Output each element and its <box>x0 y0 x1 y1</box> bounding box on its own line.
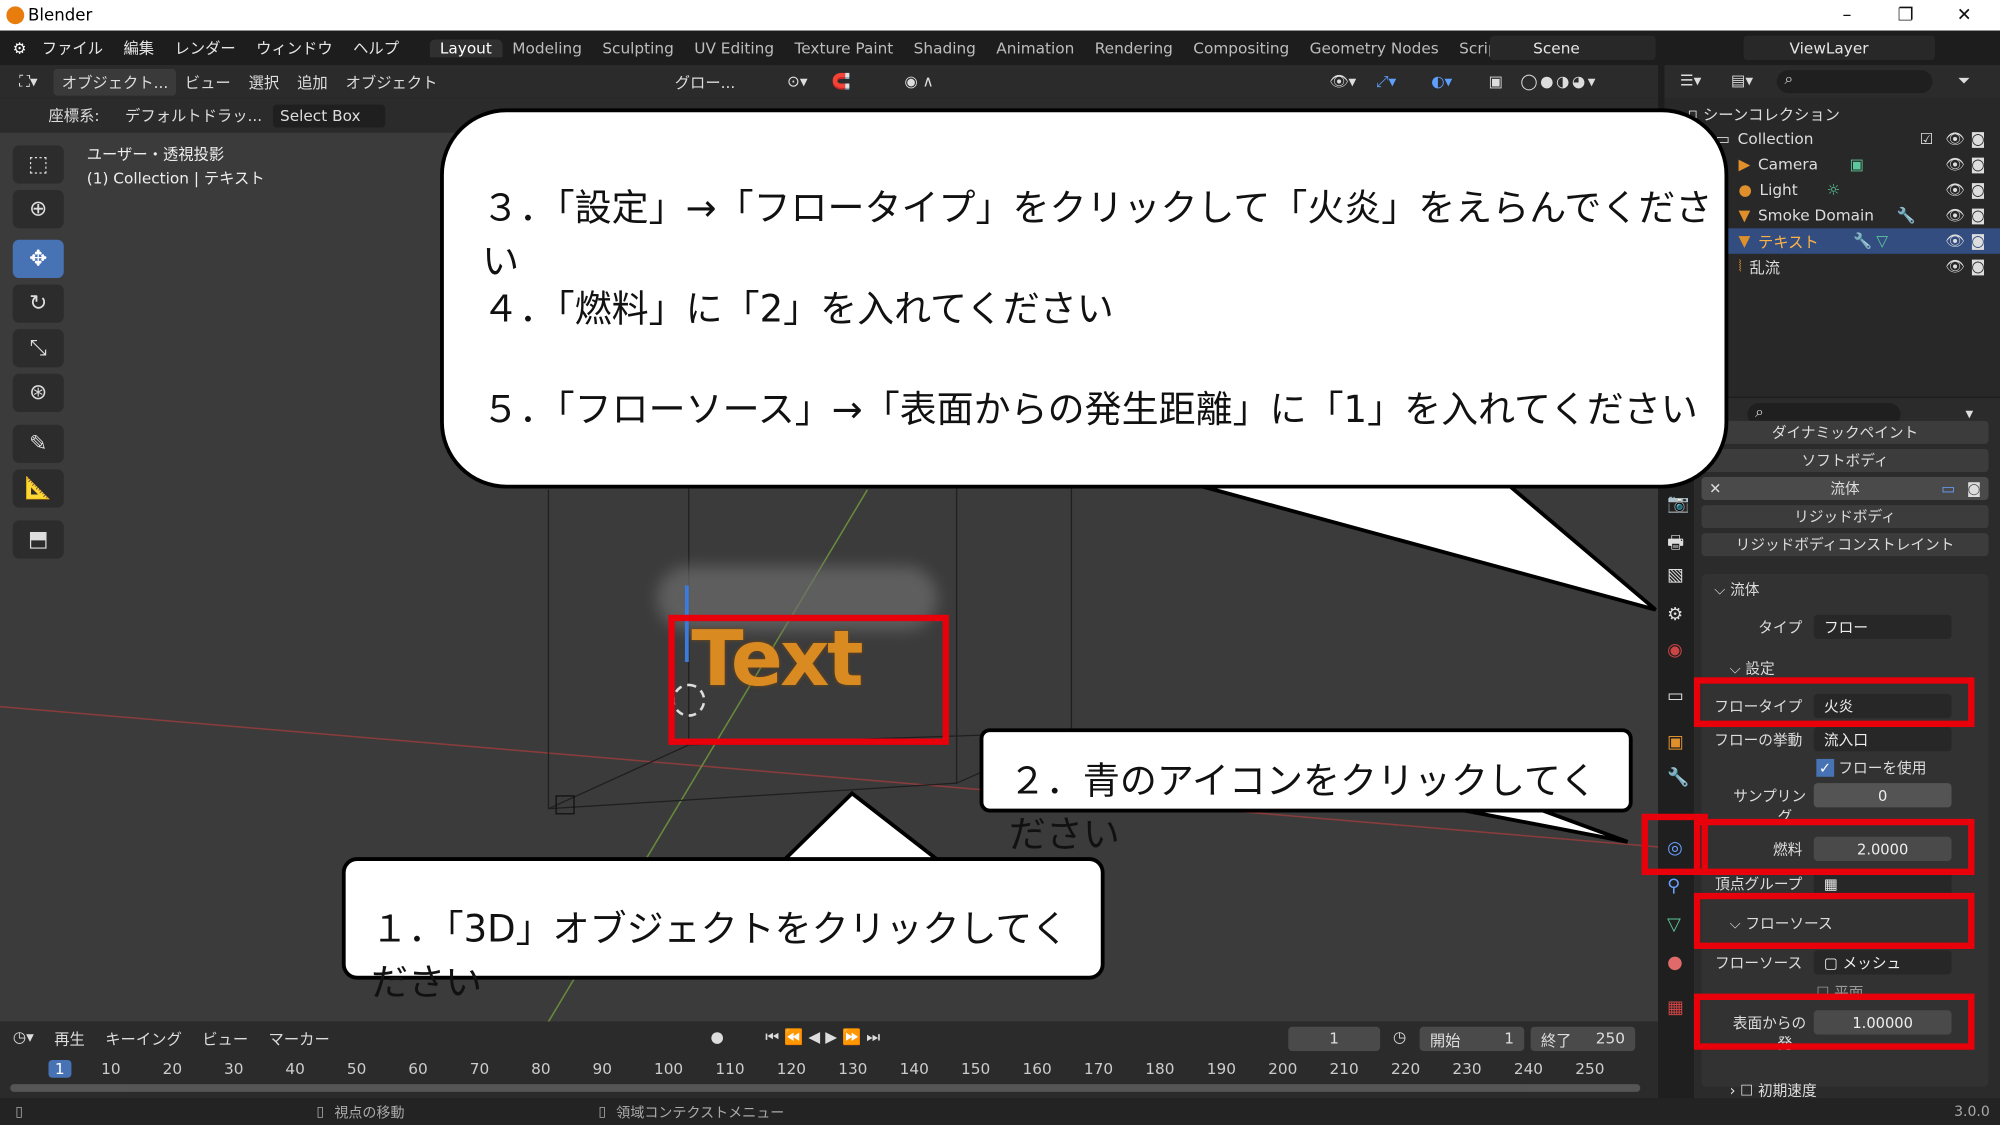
highlight-fuel <box>1693 818 1975 875</box>
step2-text: ２．青のアイコンをクリックしてください <box>1008 758 1597 856</box>
highlight-flow-type <box>1693 677 1975 728</box>
highlight-flow-source <box>1693 892 1975 949</box>
step1-text: １．「3D」オブジェクトをクリックしてください <box>371 906 1069 1004</box>
instruction-bubble-step1: １．「3D」オブジェクトをクリックしてください <box>341 857 1105 1004</box>
highlight-text-object <box>668 614 949 745</box>
instruction-bubble-main: ３．「設定」→「フロータイプ」をクリックして「火炎」をえらんでください ４．「燃… <box>440 108 1729 489</box>
step3-text: ３．「設定」→「フロータイプ」をクリックして「火炎」をえらんでください <box>482 186 1713 284</box>
step5-text: ５．「フローソース」→「表面からの発生距離」に「1」を入れてください <box>482 387 1698 432</box>
step4-text: ４．「燃料」に「2」を入れてください <box>482 286 1114 331</box>
instruction-bubble-step2: ２．青のアイコンをクリックしてください <box>979 728 1633 856</box>
highlight-surface-distance <box>1693 993 1975 1050</box>
